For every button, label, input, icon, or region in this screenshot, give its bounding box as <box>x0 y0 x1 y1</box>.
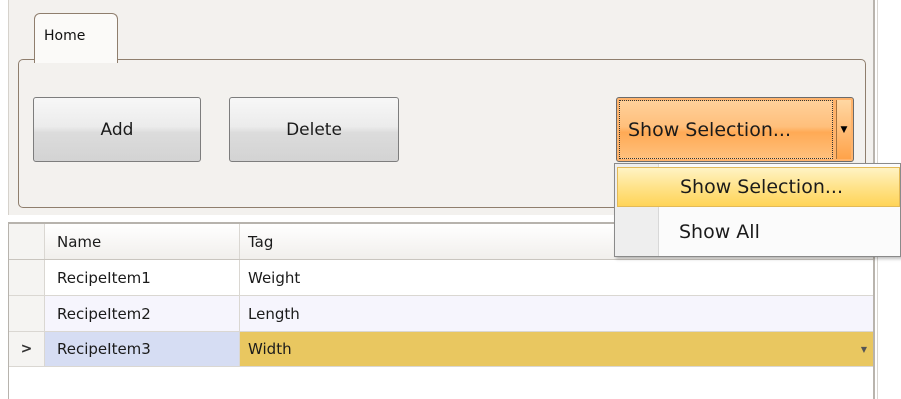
add-button[interactable]: Add <box>33 97 201 162</box>
cell-dropdown-icon[interactable]: ▼ <box>861 345 867 354</box>
row-header[interactable]: > <box>9 332 45 366</box>
row-header-corner <box>9 224 45 259</box>
dropdown-menu: Show Selection... Show All <box>614 163 901 257</box>
table-row[interactable]: RecipeItem2 Length <box>9 296 875 332</box>
delete-button[interactable]: Delete <box>229 97 399 162</box>
tag-cell[interactable]: Length <box>240 296 875 331</box>
tag-cell-value: Width <box>248 340 292 358</box>
tab-home-label: Home <box>44 28 86 44</box>
tag-cell[interactable]: Weight <box>240 260 875 295</box>
table-row[interactable]: RecipeItem1 Weight <box>9 260 875 296</box>
menu-item-show-all[interactable]: Show All <box>617 212 900 252</box>
show-selection-button[interactable]: Show Selection... <box>619 100 833 159</box>
row-header[interactable] <box>9 260 45 295</box>
app-window: Home Add Delete Show Selection... ▼ Show… <box>0 0 901 399</box>
tab-home[interactable]: Home <box>34 13 118 63</box>
current-row-indicator-icon: > <box>20 341 33 357</box>
name-cell[interactable]: RecipeItem2 <box>45 296 240 331</box>
name-cell[interactable]: RecipeItem3 <box>45 332 240 366</box>
show-selection-split-button: Show Selection... ▼ <box>616 97 854 162</box>
menu-item-show-selection[interactable]: Show Selection... <box>617 167 900 207</box>
dropdown-arrow-icon[interactable]: ▼ <box>836 100 851 159</box>
name-cell[interactable]: RecipeItem1 <box>45 260 240 295</box>
row-header[interactable] <box>9 296 45 331</box>
column-header-name[interactable]: Name <box>45 224 240 259</box>
tag-cell-selected[interactable]: Width ▼ <box>240 332 875 366</box>
table-row-current[interactable]: > RecipeItem3 Width ▼ <box>9 332 875 367</box>
